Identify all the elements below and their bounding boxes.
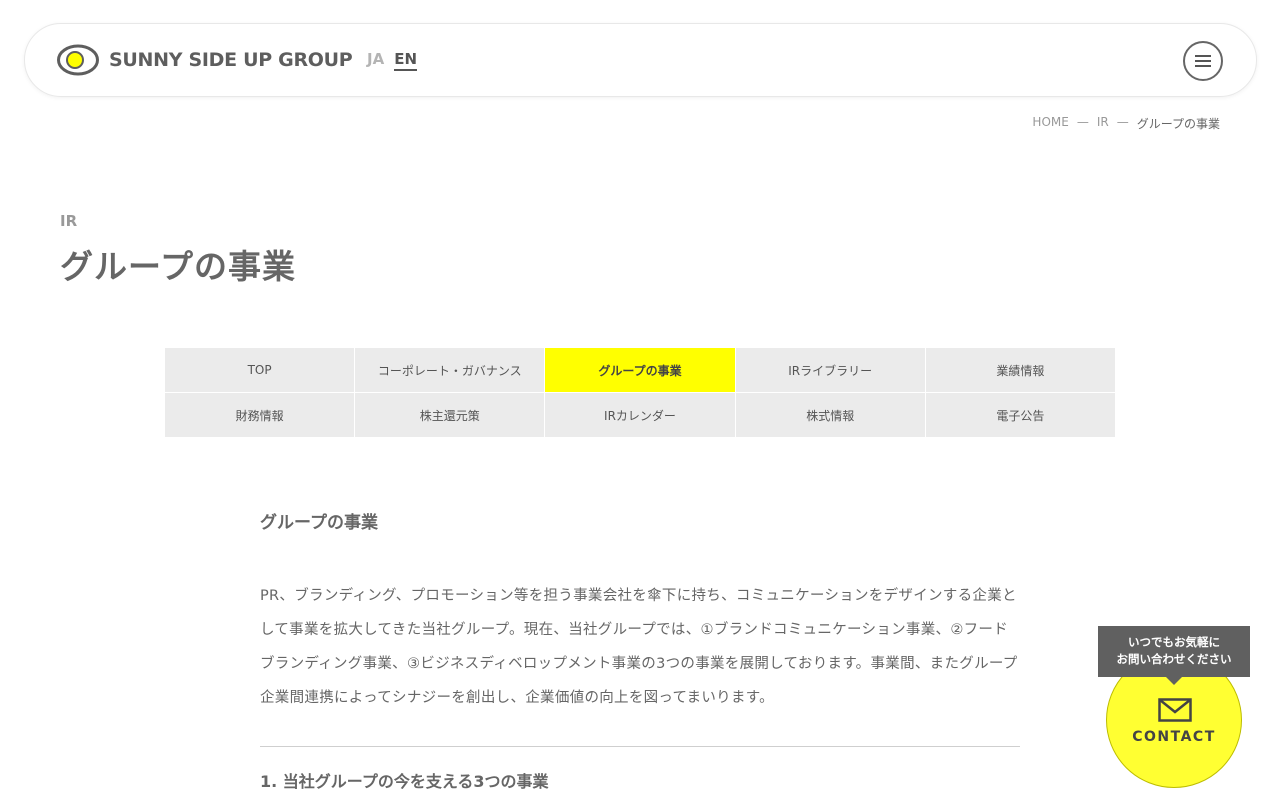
menu-button[interactable] [1183, 41, 1223, 81]
subnav-item-performance[interactable]: 業績情報 [925, 348, 1115, 392]
contact-tooltip-line2: お問い合わせください [1116, 652, 1232, 666]
breadcrumb-separator: — [1116, 115, 1129, 129]
page-title: グループの事業 [60, 247, 297, 286]
breadcrumb: HOME — IR — グループの事業 [1032, 115, 1220, 132]
subnav-item-governance[interactable]: コーポレート・ガバナンス [355, 348, 545, 392]
subnav-item-shareholder-return[interactable]: 株主還元策 [355, 393, 545, 437]
content-heading: グループの事業 [260, 513, 378, 533]
language-switcher: JA EN [367, 50, 418, 71]
section-label: IR [60, 212, 78, 230]
breadcrumb-current: グループの事業 [1136, 117, 1220, 131]
subnav-item-ir-library[interactable]: IRライブラリー [735, 348, 925, 392]
subnav-item-ir-calendar[interactable]: IRカレンダー [545, 393, 735, 437]
contact-tooltip: いつでもお気軽に お問い合わせください [1098, 626, 1250, 685]
hamburger-icon [1195, 55, 1211, 67]
contact-label: CONTACT [1132, 729, 1216, 745]
subnav-item-stock-info[interactable]: 株式情報 [735, 393, 925, 437]
breadcrumb-ir[interactable]: IR [1097, 115, 1109, 132]
contact-tooltip-line1: いつでもお気軽に [1128, 635, 1220, 649]
content-subheading: 1. 当社グループの今を支える3つの事業 [260, 772, 549, 791]
breadcrumb-home[interactable]: HOME [1032, 115, 1068, 132]
content-paragraph: PR、ブランディング、プロモーション等を担う事業会社を傘下に持ち、コミュニケーシ… [260, 588, 1018, 706]
lang-en-link[interactable]: EN [394, 50, 418, 71]
subnav-item-financial[interactable]: 財務情報 [165, 393, 355, 437]
breadcrumb-separator: — [1076, 115, 1089, 129]
main-content: グループの事業 PR、ブランディング、プロモーション等を担う事業会社を傘下に持ち… [260, 508, 1020, 715]
subnav-item-public-notice[interactable]: 電子公告 [925, 393, 1115, 437]
divider [260, 746, 1020, 747]
site-header: SUNNY SIDE UP GROUP JA EN [24, 23, 1257, 97]
lang-ja-link[interactable]: JA [367, 50, 384, 71]
logo[interactable]: SUNNY SIDE UP GROUP [57, 44, 353, 76]
egg-logo-icon [57, 44, 99, 76]
subnav-item-business[interactable]: グループの事業 [545, 348, 735, 392]
subnav-item-top[interactable]: TOP [165, 348, 355, 392]
mail-icon [1158, 698, 1192, 722]
ir-subnav: TOP コーポレート・ガバナンス グループの事業 IRライブラリー 業績情報 財… [165, 348, 1115, 437]
logo-text: SUNNY SIDE UP GROUP [109, 49, 353, 71]
